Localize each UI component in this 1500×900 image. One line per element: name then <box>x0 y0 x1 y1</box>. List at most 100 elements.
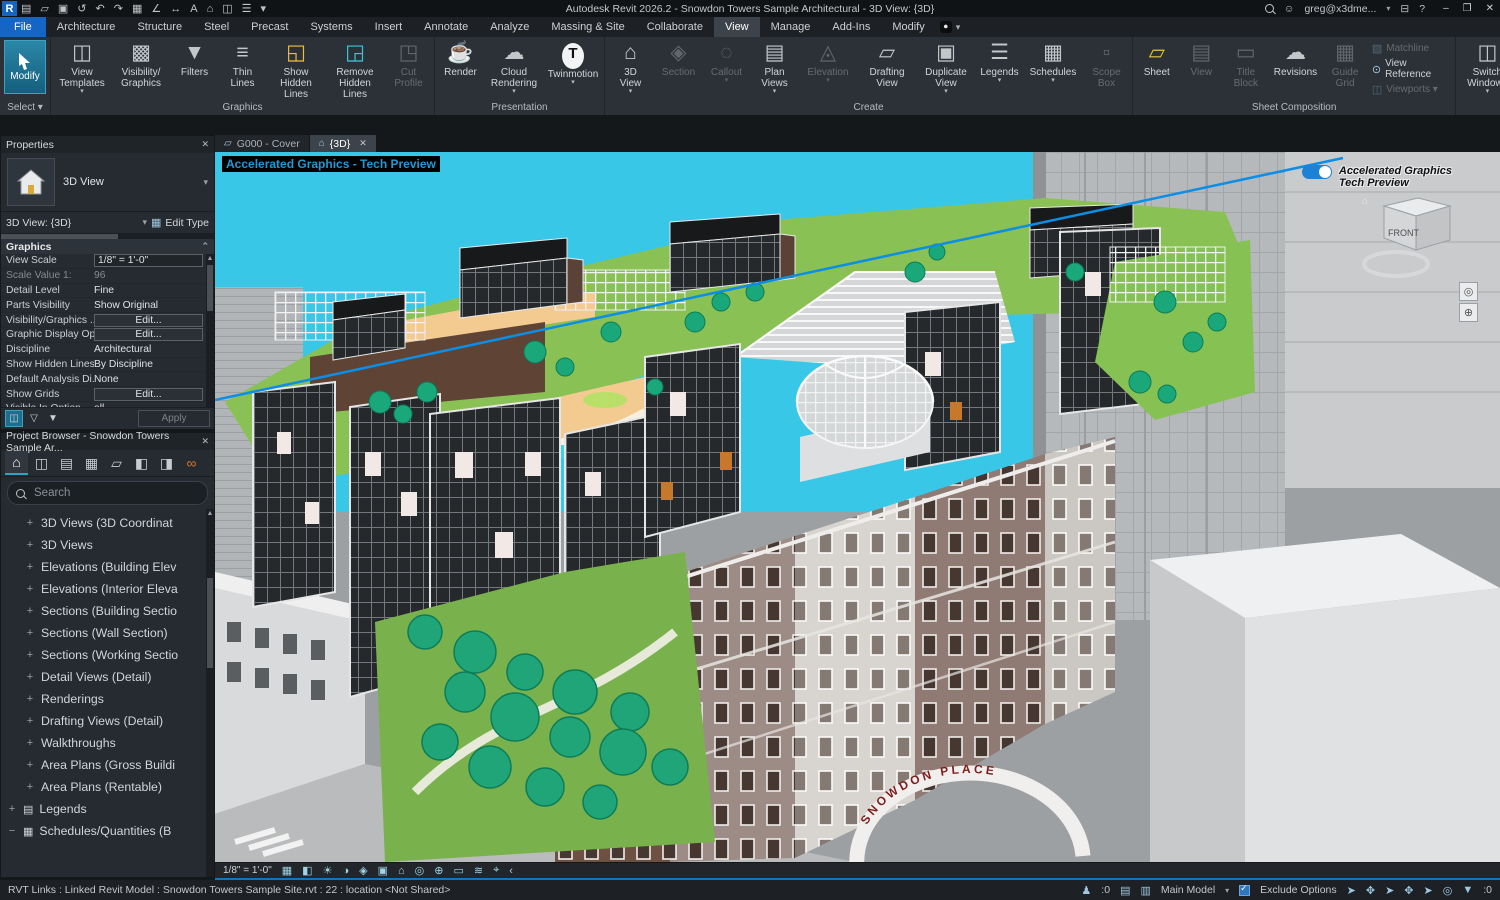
tree-expander-icon[interactable]: + <box>25 649 35 661</box>
tree-item[interactable]: + Walkthroughs <box>1 732 214 754</box>
ribbon-button[interactable]: ▤ View <box>1180 38 1224 100</box>
qat-icon[interactable]: ↔ <box>170 3 181 15</box>
ribbon-button[interactable]: ▦ Schedules <box>1024 38 1082 100</box>
properties-vscrollbar[interactable]: ▲ <box>206 254 214 407</box>
tree-item[interactable]: + Area Plans (Gross Buildi <box>1 754 214 776</box>
ribbon-button[interactable]: ≡ Thin Lines <box>219 38 266 100</box>
browser-tab-icon[interactable]: ∞ <box>180 452 203 474</box>
ribbon-tab[interactable]: Annotate <box>413 17 479 37</box>
property-row[interactable]: Scale Value 1: 96 <box>1 269 205 284</box>
ribbon-tab[interactable]: File <box>0 17 46 37</box>
tree-item[interactable]: + 3D Views <box>1 534 214 556</box>
property-row[interactable]: View Scale 1/8" = 1'-0" <box>1 254 205 269</box>
ribbon-button[interactable]: ◲ Remove Hidden Lines <box>326 38 384 100</box>
property-row[interactable]: Show Grids Edit... <box>1 387 205 402</box>
property-value[interactable]: 1/8" = 1'-0" <box>94 254 203 267</box>
tree-expander-icon[interactable]: + <box>25 605 35 617</box>
project-browser-close-icon[interactable]: ✕ <box>201 436 209 447</box>
property-value[interactable]: 96 <box>94 270 205 281</box>
view-control-icon[interactable]: ⌖ <box>493 864 499 877</box>
tree-item[interactable]: + Sections (Working Sectio <box>1 644 214 666</box>
instance-dropdown-icon[interactable]: ▾ <box>142 217 147 228</box>
browser-tab-icon[interactable]: ▦ <box>80 452 103 474</box>
ribbon-button[interactable]: ☕ Render <box>437 38 484 100</box>
ribbon-button[interactable]: ◌ Callout <box>703 38 750 100</box>
type-dropdown-icon[interactable]: ▾ <box>203 177 208 188</box>
property-value[interactable]: Edit... <box>94 314 203 327</box>
property-value[interactable]: Edit... <box>94 388 203 401</box>
ribbon-button[interactable]: ◈ Section <box>655 38 702 100</box>
search-icon[interactable] <box>1265 4 1274 13</box>
view-control-icon[interactable]: ▦ <box>282 864 292 877</box>
revit-logo-icon[interactable]: R <box>2 1 17 16</box>
ribbon-tab[interactable]: Massing & Site <box>540 17 635 37</box>
selection-control-icon[interactable]: ✥ <box>1366 884 1375 897</box>
main-model-dropdown-icon[interactable]: ▾ <box>1225 886 1229 895</box>
restore-button[interactable]: ❐ <box>1463 3 1472 14</box>
tree-expander-icon[interactable]: + <box>25 517 35 529</box>
communicator-icon[interactable]: ⏺ <box>940 21 952 33</box>
qat-icon[interactable]: ▤ <box>21 2 31 15</box>
ribbon-tab[interactable]: Precast <box>240 17 299 37</box>
toggle-switch[interactable] <box>1302 165 1332 179</box>
ribbon-button[interactable]: ▱ Drafting View <box>858 38 916 100</box>
tree-expander-icon[interactable]: + <box>7 803 17 815</box>
ribbon-button[interactable]: ▤ Plan Views <box>751 38 798 100</box>
tree-expander-icon[interactable]: + <box>25 759 35 771</box>
tree-expander-icon[interactable]: + <box>25 693 35 705</box>
property-value[interactable]: Edit... <box>94 328 203 341</box>
qat-icon[interactable]: ▣ <box>58 2 68 15</box>
qat-icon[interactable]: ▦ <box>132 2 142 15</box>
view-control-icon[interactable]: ☀ <box>323 864 333 877</box>
zoom-icon[interactable]: ⊕ <box>1459 303 1478 322</box>
ribbon-button[interactable]: ▣ Duplicate View <box>917 38 975 100</box>
view-control-icon[interactable]: ▣ <box>378 864 388 877</box>
tree-expander-icon[interactable]: + <box>25 715 35 727</box>
tree-item[interactable]: + Drafting Views (Detail) <box>1 710 214 732</box>
browser-tab-icon[interactable]: ◧ <box>130 452 153 474</box>
selection-control-icon[interactable]: ✥ <box>1404 884 1413 897</box>
ribbon-button[interactable]: T Twinmotion <box>544 38 602 100</box>
ribbon-button[interactable]: ☁ Revisions <box>1269 38 1323 100</box>
ribbon-button[interactable]: ☰ Legends <box>976 38 1023 100</box>
select-panel-label[interactable]: Select ▾ <box>0 100 50 115</box>
ribbon-button[interactable]: ⌂ 3D View <box>607 38 654 100</box>
ribbon-button[interactable]: ◫ View Templates <box>53 38 111 100</box>
ribbon-tab[interactable]: Steel <box>193 17 240 37</box>
close-view-icon[interactable]: ✕ <box>359 138 367 149</box>
browser-tab-icon[interactable]: ▱ <box>105 452 128 474</box>
view-control-icon[interactable]: ‹ <box>509 865 513 877</box>
browser-tab-icon[interactable]: ▤ <box>55 452 78 474</box>
navigation-wheel-icon[interactable]: ◎ <box>1459 282 1478 301</box>
qat-icon[interactable]: ☰ <box>242 2 252 15</box>
ribbon-small-button[interactable]: ▨ Matchline <box>1372 42 1449 55</box>
property-value[interactable]: Fine <box>94 285 205 296</box>
cart-icon[interactable]: ⊟ <box>1400 3 1409 15</box>
view-control-icon[interactable]: ▭ <box>453 864 463 877</box>
ribbon-tab[interactable]: Insert <box>364 17 414 37</box>
property-value[interactable]: Architectural <box>94 344 205 355</box>
qat-icon[interactable]: ↶ <box>96 2 105 15</box>
properties-close-icon[interactable]: ✕ <box>201 139 209 150</box>
view-tab-3d[interactable]: ⌂ {3D} ✕ <box>310 135 376 152</box>
tree-item[interactable]: + Sections (Building Sectio <box>1 600 214 622</box>
tree-item[interactable]: + Renderings <box>1 688 214 710</box>
selection-control-icon[interactable]: ➤ <box>1347 884 1356 897</box>
property-row[interactable]: Default Analysis Di... None <box>1 372 205 387</box>
main-model-dropdown[interactable]: Main Model <box>1161 884 1215 896</box>
tree-expander-icon[interactable]: + <box>25 583 35 595</box>
exclude-options-checkbox[interactable] <box>1239 885 1250 896</box>
worksets-icon[interactable]: ▤ <box>1120 884 1130 897</box>
viewcube-home-icon[interactable]: ⌂ <box>1362 196 1368 207</box>
instance-selector[interactable]: 3D View: {3D} <box>6 217 71 229</box>
apply-button[interactable]: Apply <box>138 410 210 427</box>
properties-footer-icon[interactable]: ▽ <box>26 411 42 426</box>
ribbon-tab[interactable]: Add-Ins <box>821 17 881 37</box>
property-row[interactable]: Show Hidden Lines By Discipline <box>1 358 205 373</box>
browser-search[interactable] <box>7 481 208 505</box>
property-value[interactable]: all <box>94 403 205 407</box>
qat-icon[interactable]: ⌂ <box>207 3 214 15</box>
view-control-icon[interactable]: ≋ <box>474 864 483 877</box>
account-dropdown-icon[interactable]: ▾ <box>1386 4 1390 13</box>
ribbon-tab[interactable]: Modify <box>881 17 935 37</box>
